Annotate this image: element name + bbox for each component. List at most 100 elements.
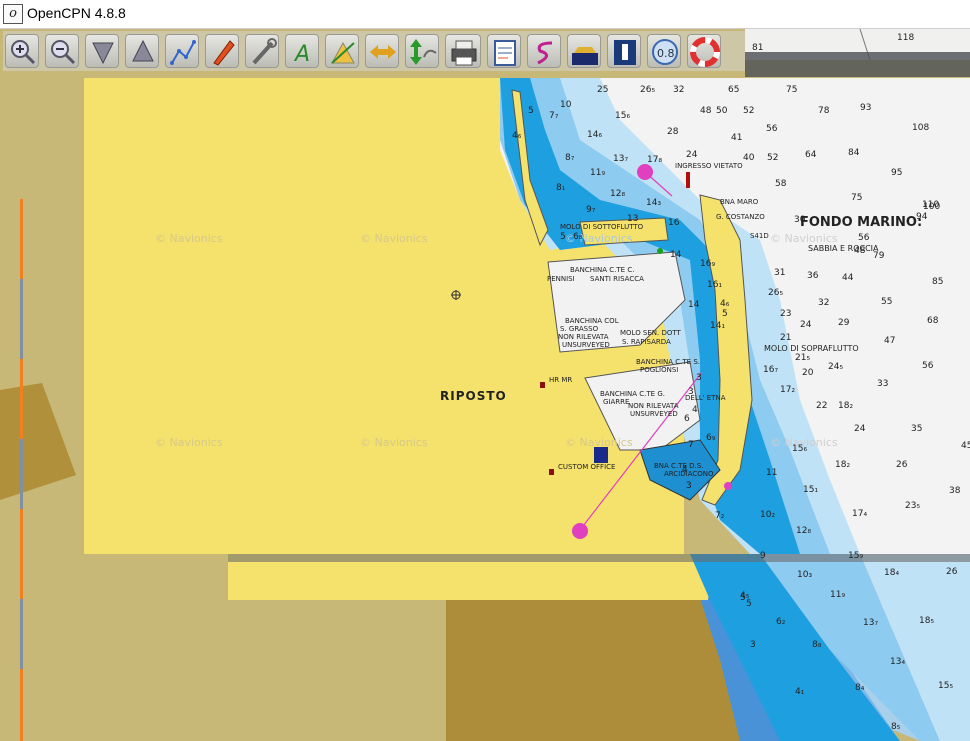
wrench-icon	[252, 38, 277, 65]
chart-canvas[interactable]: RIPOSTO FONDO MARINO: SABBIA E ROCCIA IN…	[0, 29, 970, 741]
settings-button[interactable]	[245, 34, 279, 68]
watermark: © Navionics	[565, 436, 633, 449]
label-molo-sen: MOLO SEN. DOTT	[620, 329, 682, 337]
sounding-depth: 8₇	[565, 153, 575, 163]
opencpn-app-icon[interactable]: o	[3, 4, 23, 24]
auto-follow-button[interactable]	[205, 34, 239, 68]
zoom-out-icon	[51, 40, 76, 65]
sounding-depth: 32	[818, 298, 829, 308]
raster-band-top	[745, 52, 970, 77]
mob-button[interactable]	[687, 34, 721, 68]
sounding-depth: 24	[854, 424, 866, 434]
label-molo-sottoflutto: MOLO DI SOTTOFLUTTO	[560, 223, 644, 231]
sounding-depth: 3	[696, 373, 702, 383]
text-button[interactable]: A	[285, 34, 319, 68]
sounding-depth: 20	[802, 368, 814, 378]
zoom-in-icon	[11, 40, 36, 65]
sounding-depth: 21₅	[795, 353, 810, 363]
zoom-in-button[interactable]	[5, 34, 39, 68]
sounding-depth: 7	[688, 440, 694, 450]
cm93-zoom-button[interactable]	[365, 34, 399, 68]
sounding-depth: 52	[743, 106, 754, 116]
sounding-depth: 8₈	[812, 640, 822, 650]
zoom-out-button[interactable]	[45, 34, 79, 68]
label-poglionsi: POGLIONSI	[640, 366, 678, 374]
sounding-depth: 26	[896, 460, 908, 470]
tide-curve-button[interactable]	[405, 34, 439, 68]
scale-up-button[interactable]	[125, 34, 159, 68]
sounding-depth: 23	[780, 309, 791, 319]
sounding-depth: 29	[838, 318, 850, 328]
sounding-depth: 14₁	[710, 321, 725, 331]
label-banchina-cte-s: BANCHINA C.TE S.	[636, 358, 700, 366]
color-scheme-button[interactable]	[567, 34, 601, 68]
waypoint-marker[interactable]	[572, 523, 588, 539]
sounding-depth: 5	[740, 593, 746, 603]
sounding-depth: 9₇	[586, 205, 596, 215]
sounding-depth: 79	[873, 251, 885, 261]
scale-down-button[interactable]	[85, 34, 119, 68]
sounding-depth: 95	[891, 168, 902, 178]
sounding-depth: 75	[851, 193, 862, 203]
sounding-depth: 16₇	[763, 365, 778, 375]
green-light-icon	[657, 248, 663, 254]
sounding-depth: 56	[858, 233, 870, 243]
sounding-depth: 45	[961, 441, 970, 451]
sounding-depth: 13₇	[613, 154, 628, 164]
sounding-depth: 52	[767, 153, 778, 163]
label-s-grasso: S. GRASSO	[560, 325, 599, 333]
create-route-button[interactable]	[165, 34, 199, 68]
sounding-depth: 11	[766, 468, 777, 478]
compass-button[interactable]: 0.8	[647, 34, 681, 68]
sounding-depth: 64	[805, 150, 817, 160]
sounding-depth: 56	[766, 124, 778, 134]
sounding-depth: 14	[688, 300, 700, 310]
track-button[interactable]	[527, 34, 561, 68]
route-icon	[170, 40, 196, 65]
info-panel-icon	[614, 40, 636, 65]
fuel-station-icon[interactable]	[594, 447, 608, 463]
sounding-depth: 25	[597, 85, 608, 95]
sounding-depth: 41	[731, 133, 742, 143]
sounding-depth: 13₄	[890, 657, 905, 667]
chart-svg[interactable]: RIPOSTO FONDO MARINO: SABBIA E ROCCIA IN…	[0, 29, 970, 741]
sounding-depth: 18₂	[838, 401, 853, 411]
scale-up-icon	[132, 39, 154, 62]
print-button[interactable]	[445, 34, 481, 68]
sounding-depth: 8₁	[556, 183, 566, 193]
label-arcidiacono: ARCIDIACONO	[664, 470, 714, 478]
waypoint-marker-2[interactable]	[637, 164, 653, 180]
sounding-depth: 15₅	[938, 681, 953, 691]
mob-info-button[interactable]	[607, 34, 641, 68]
horizontal-arrows-icon	[370, 45, 396, 59]
sounding-depth: 68	[927, 316, 939, 326]
sounding-depth: 32	[673, 85, 684, 95]
sounding-depth: 13	[627, 214, 638, 224]
waypoint-marker-3[interactable]	[724, 482, 732, 490]
sounding-depth: 18₅	[919, 616, 934, 626]
sounding-depth: 6	[684, 414, 690, 424]
sounding-depth: 22	[816, 401, 827, 411]
sounding-depth: 12₈	[796, 526, 811, 536]
watermark: © Navionics	[770, 232, 838, 245]
sounding-depth: 14₃	[646, 198, 661, 208]
boat-night-icon	[572, 47, 598, 65]
sounding-depth: 44	[842, 273, 854, 283]
label-banchina-cte: BANCHINA C.TE C.	[570, 266, 634, 274]
sounding-depth: 10₂	[760, 510, 775, 520]
sounding-depth: 12₈	[610, 189, 625, 199]
scale-down-icon	[92, 42, 114, 65]
sounding-depth: 16	[668, 218, 680, 228]
sounding-depth: 38	[949, 486, 961, 496]
sounding-depth: 40	[743, 153, 755, 163]
route-manager-button[interactable]	[487, 34, 521, 68]
sounding-depth: 5	[560, 232, 566, 242]
label-g-costanzo: G. COSTANZO	[716, 213, 765, 221]
watermark: © Navionics	[360, 232, 428, 245]
current-tide-button[interactable]	[325, 34, 359, 68]
sounding-depth: 36	[807, 271, 819, 281]
sounding-depth: 3	[750, 640, 756, 650]
watermark: © Navionics	[155, 436, 223, 449]
sounding-depth: 17₂	[780, 385, 795, 395]
sounding-depth: 50	[716, 106, 728, 116]
